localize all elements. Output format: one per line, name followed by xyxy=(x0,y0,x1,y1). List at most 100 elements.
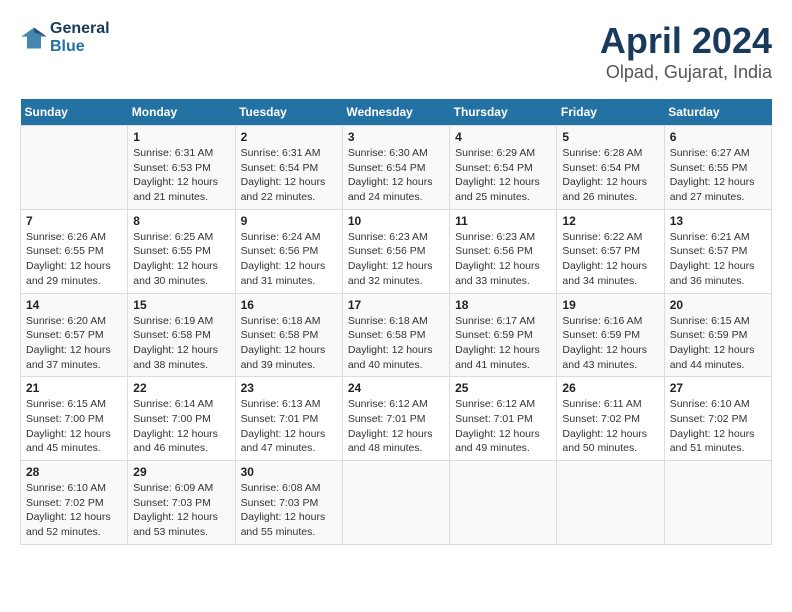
calendar-cell: 28Sunrise: 6:10 AMSunset: 7:02 PMDayligh… xyxy=(21,461,128,545)
calendar-cell: 14 Sunrise: 6:20 AMSunset: 6:57 PMDayligh… xyxy=(21,293,128,377)
day-number: 1 xyxy=(133,130,229,144)
weekday-header-monday: Monday xyxy=(128,99,235,126)
calendar-cell: 30 Sunrise: 6:08 AMSunset: 7:03 PMDayligh… xyxy=(235,461,342,545)
calendar-week-row: 1 Sunrise: 6:31 AMSunset: 6:53 PMDaylight… xyxy=(21,126,772,210)
calendar-cell: 18 Sunrise: 6:17 AMSunset: 6:59 PMDayligh… xyxy=(450,293,557,377)
day-info: Sunrise: 6:23 AMSunset: 6:56 PMDaylight:… xyxy=(348,230,444,289)
calendar-cell xyxy=(21,126,128,210)
day-info: Sunrise: 6:23 AMSunset: 6:56 PMDaylight:… xyxy=(455,230,551,289)
calendar-week-row: 21Sunrise: 6:15 AMSunset: 7:00 PMDayligh… xyxy=(21,377,772,461)
day-info: Sunrise: 6:08 AMSunset: 7:03 PMDaylight:… xyxy=(241,481,337,540)
day-number: 13 xyxy=(670,214,766,228)
calendar-cell: 7 Sunrise: 6:26 AMSunset: 6:55 PMDaylight… xyxy=(21,209,128,293)
day-info: Sunrise: 6:12 AMSunset: 7:01 PMDaylight:… xyxy=(455,397,551,456)
calendar-cell xyxy=(664,461,771,545)
day-number: 5 xyxy=(562,130,658,144)
day-info: Sunrise: 6:19 AMSunset: 6:58 PMDaylight:… xyxy=(133,314,229,373)
day-number: 26 xyxy=(562,381,658,395)
weekday-header-thursday: Thursday xyxy=(450,99,557,126)
calendar-cell: 17Sunrise: 6:18 AMSunset: 6:58 PMDayligh… xyxy=(342,293,449,377)
day-number: 18 xyxy=(455,298,551,312)
weekday-header-tuesday: Tuesday xyxy=(235,99,342,126)
day-number: 7 xyxy=(26,214,122,228)
day-info: Sunrise: 6:10 AMSunset: 7:02 PMDaylight:… xyxy=(670,397,766,456)
day-number: 10 xyxy=(348,214,444,228)
calendar-cell: 25 Sunrise: 6:12 AMSunset: 7:01 PMDayligh… xyxy=(450,377,557,461)
weekday-header-saturday: Saturday xyxy=(664,99,771,126)
calendar-cell xyxy=(557,461,664,545)
day-info: Sunrise: 6:18 AMSunset: 6:58 PMDaylight:… xyxy=(348,314,444,373)
day-number: 30 xyxy=(241,465,337,479)
day-info: Sunrise: 6:15 AMSunset: 7:00 PMDaylight:… xyxy=(26,397,122,456)
calendar-cell: 29 Sunrise: 6:09 AMSunset: 7:03 PMDayligh… xyxy=(128,461,235,545)
day-info: Sunrise: 6:25 AMSunset: 6:55 PMDaylight:… xyxy=(133,230,229,289)
calendar-cell: 1 Sunrise: 6:31 AMSunset: 6:53 PMDaylight… xyxy=(128,126,235,210)
day-info: Sunrise: 6:17 AMSunset: 6:59 PMDaylight:… xyxy=(455,314,551,373)
calendar-week-row: 7 Sunrise: 6:26 AMSunset: 6:55 PMDaylight… xyxy=(21,209,772,293)
day-info: Sunrise: 6:26 AMSunset: 6:55 PMDaylight:… xyxy=(26,230,122,289)
day-number: 8 xyxy=(133,214,229,228)
calendar-cell: 16 Sunrise: 6:18 AMSunset: 6:58 PMDayligh… xyxy=(235,293,342,377)
day-info: Sunrise: 6:14 AMSunset: 7:00 PMDaylight:… xyxy=(133,397,229,456)
day-info: Sunrise: 6:22 AMSunset: 6:57 PMDaylight:… xyxy=(562,230,658,289)
logo-text-line2: Blue xyxy=(50,38,110,56)
day-info: Sunrise: 6:31 AMSunset: 6:54 PMDaylight:… xyxy=(241,146,337,205)
day-info: Sunrise: 6:24 AMSunset: 6:56 PMDaylight:… xyxy=(241,230,337,289)
day-info: Sunrise: 6:16 AMSunset: 6:59 PMDaylight:… xyxy=(562,314,658,373)
day-info: Sunrise: 6:28 AMSunset: 6:54 PMDaylight:… xyxy=(562,146,658,205)
day-number: 6 xyxy=(670,130,766,144)
day-info: Sunrise: 6:30 AMSunset: 6:54 PMDaylight:… xyxy=(348,146,444,205)
logo: General Blue xyxy=(20,20,110,55)
day-info: Sunrise: 6:27 AMSunset: 6:55 PMDaylight:… xyxy=(670,146,766,205)
day-number: 22 xyxy=(133,381,229,395)
calendar-cell: 9 Sunrise: 6:24 AMSunset: 6:56 PMDaylight… xyxy=(235,209,342,293)
day-info: Sunrise: 6:31 AMSunset: 6:53 PMDaylight:… xyxy=(133,146,229,205)
weekday-header-sunday: Sunday xyxy=(21,99,128,126)
calendar-cell: 10 Sunrise: 6:23 AMSunset: 6:56 PMDayligh… xyxy=(342,209,449,293)
calendar-week-row: 14 Sunrise: 6:20 AMSunset: 6:57 PMDayligh… xyxy=(21,293,772,377)
day-info: Sunrise: 6:12 AMSunset: 7:01 PMDaylight:… xyxy=(348,397,444,456)
calendar-cell: 13 Sunrise: 6:21 AMSunset: 6:57 PMDayligh… xyxy=(664,209,771,293)
day-info: Sunrise: 6:10 AMSunset: 7:02 PMDaylight:… xyxy=(26,481,122,540)
calendar-title-block: April 2024 Olpad, Gujarat, India xyxy=(600,20,772,83)
calendar-week-row: 28Sunrise: 6:10 AMSunset: 7:02 PMDayligh… xyxy=(21,461,772,545)
page-header: General Blue April 2024 Olpad, Gujarat, … xyxy=(20,20,772,83)
day-number: 9 xyxy=(241,214,337,228)
day-number: 12 xyxy=(562,214,658,228)
day-number: 23 xyxy=(241,381,337,395)
calendar-cell: 3 Sunrise: 6:30 AMSunset: 6:54 PMDaylight… xyxy=(342,126,449,210)
day-number: 16 xyxy=(241,298,337,312)
day-info: Sunrise: 6:29 AMSunset: 6:54 PMDaylight:… xyxy=(455,146,551,205)
day-number: 14 xyxy=(26,298,122,312)
day-info: Sunrise: 6:09 AMSunset: 7:03 PMDaylight:… xyxy=(133,481,229,540)
day-number: 3 xyxy=(348,130,444,144)
weekday-header-wednesday: Wednesday xyxy=(342,99,449,126)
calendar-cell: 21Sunrise: 6:15 AMSunset: 7:00 PMDayligh… xyxy=(21,377,128,461)
day-number: 20 xyxy=(670,298,766,312)
calendar-location: Olpad, Gujarat, India xyxy=(600,62,772,83)
day-info: Sunrise: 6:20 AMSunset: 6:57 PMDaylight:… xyxy=(26,314,122,373)
calendar-cell: 15Sunrise: 6:19 AMSunset: 6:58 PMDayligh… xyxy=(128,293,235,377)
day-number: 29 xyxy=(133,465,229,479)
day-number: 25 xyxy=(455,381,551,395)
calendar-cell: 4Sunrise: 6:29 AMSunset: 6:54 PMDaylight… xyxy=(450,126,557,210)
weekday-header-row: SundayMondayTuesdayWednesdayThursdayFrid… xyxy=(21,99,772,126)
calendar-cell: 22 Sunrise: 6:14 AMSunset: 7:00 PMDayligh… xyxy=(128,377,235,461)
day-number: 19 xyxy=(562,298,658,312)
calendar-cell: 8 Sunrise: 6:25 AMSunset: 6:55 PMDaylight… xyxy=(128,209,235,293)
logo-text-line1: General xyxy=(50,20,110,38)
logo-icon xyxy=(20,24,48,52)
day-info: Sunrise: 6:21 AMSunset: 6:57 PMDaylight:… xyxy=(670,230,766,289)
calendar-cell: 11 Sunrise: 6:23 AMSunset: 6:56 PMDayligh… xyxy=(450,209,557,293)
day-info: Sunrise: 6:13 AMSunset: 7:01 PMDaylight:… xyxy=(241,397,337,456)
day-info: Sunrise: 6:18 AMSunset: 6:58 PMDaylight:… xyxy=(241,314,337,373)
calendar-cell: 6 Sunrise: 6:27 AMSunset: 6:55 PMDaylight… xyxy=(664,126,771,210)
weekday-header-friday: Friday xyxy=(557,99,664,126)
calendar-cell: 20Sunrise: 6:15 AMSunset: 6:59 PMDayligh… xyxy=(664,293,771,377)
day-number: 11 xyxy=(455,214,551,228)
calendar-cell: 26Sunrise: 6:11 AMSunset: 7:02 PMDayligh… xyxy=(557,377,664,461)
calendar-cell: 23 Sunrise: 6:13 AMSunset: 7:01 PMDayligh… xyxy=(235,377,342,461)
day-number: 2 xyxy=(241,130,337,144)
calendar-cell: 12 Sunrise: 6:22 AMSunset: 6:57 PMDayligh… xyxy=(557,209,664,293)
calendar-cell xyxy=(450,461,557,545)
